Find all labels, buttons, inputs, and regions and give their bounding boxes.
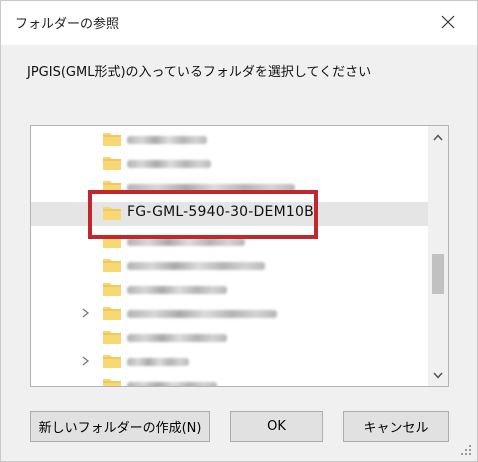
blurred-folder-name — [127, 286, 227, 294]
resize-grip-icon[interactable] — [461, 445, 471, 455]
new-folder-button[interactable]: 新しいフォルダーの作成(N) — [30, 411, 210, 442]
expand-button[interactable] — [79, 354, 93, 368]
scroll-down-button[interactable] — [428, 366, 448, 384]
vertical-scrollbar[interactable] — [428, 126, 448, 386]
blurred-folder-name — [127, 310, 277, 318]
ok-button[interactable]: OK — [230, 411, 323, 442]
folder-icon — [103, 377, 121, 386]
folder-icon — [103, 131, 121, 146]
folder-icon — [103, 155, 121, 170]
blurred-folder-name — [127, 136, 207, 144]
blurred-folder-name — [127, 184, 295, 192]
blurred-folder-name — [127, 358, 189, 366]
title-bar: フォルダーの参照 — [1, 1, 477, 45]
tree-row[interactable] — [31, 302, 428, 326]
folder-icon — [103, 179, 121, 194]
scroll-up-button[interactable] — [428, 128, 448, 146]
chevron-down-icon — [433, 372, 443, 379]
tree-row[interactable] — [31, 326, 428, 350]
folder-icon — [103, 257, 121, 272]
cancel-button[interactable]: キャンセル — [343, 411, 449, 442]
selected-folder-name: FG-GML-5940-30-DEM10B — [127, 204, 314, 220]
scroll-thumb[interactable] — [432, 254, 444, 294]
tree-row[interactable] — [31, 374, 428, 386]
close-icon — [441, 15, 455, 29]
chevron-right-icon — [82, 308, 90, 318]
folder-icon — [103, 305, 121, 320]
folder-icon — [103, 205, 121, 220]
window-title: フォルダーの参照 — [15, 17, 120, 32]
tree-row[interactable] — [31, 254, 428, 278]
folder-tree[interactable]: FG-GML-5940-30-DEM10B — [30, 125, 449, 387]
tree-row[interactable] — [31, 176, 428, 200]
expand-button[interactable] — [79, 306, 93, 320]
tree-row[interactable] — [31, 152, 428, 176]
blurred-folder-name — [127, 382, 217, 386]
blurred-folder-name — [127, 238, 245, 246]
folder-icon — [103, 233, 121, 248]
tree-row[interactable] — [31, 128, 428, 152]
blurred-folder-name — [127, 334, 227, 342]
tree-row-selected[interactable]: FG-GML-5940-30-DEM10B — [31, 202, 428, 226]
blurred-folder-name — [127, 160, 211, 168]
folder-icon — [103, 329, 121, 344]
blurred-folder-name — [127, 262, 265, 270]
tree-row[interactable] — [31, 278, 428, 302]
instruction-text: JPGIS(GML形式)の入っているフォルダを選択してください — [27, 65, 372, 80]
close-button[interactable] — [437, 11, 459, 33]
folder-icon — [103, 281, 121, 296]
tree-row[interactable] — [31, 230, 428, 254]
folder-browser-dialog: フォルダーの参照 JPGIS(GML形式)の入っているフォルダを選択してください — [0, 0, 478, 462]
chevron-right-icon — [82, 356, 90, 366]
tree-row[interactable] — [31, 350, 428, 374]
folder-icon — [103, 353, 121, 368]
chevron-up-icon — [433, 133, 443, 140]
